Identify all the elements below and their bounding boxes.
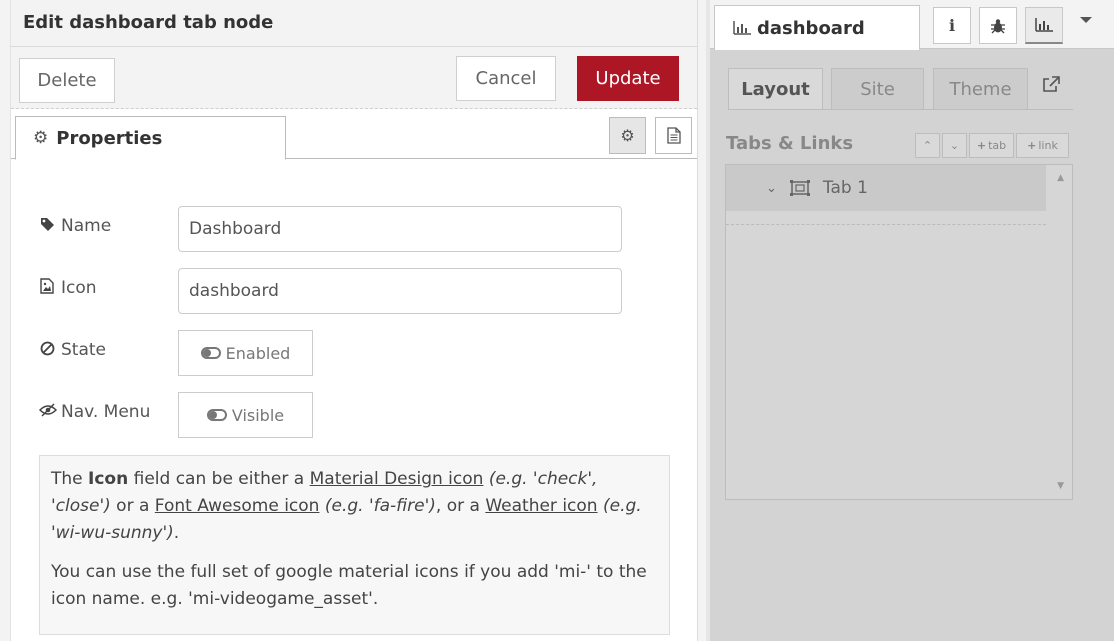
sidebar-tab-label: dashboard bbox=[757, 17, 865, 39]
bar-chart-icon bbox=[733, 21, 751, 35]
tag-icon bbox=[39, 217, 55, 236]
node-description-button[interactable] bbox=[655, 117, 692, 154]
toggle-icon bbox=[200, 347, 221, 359]
gear-icon: ⚙ bbox=[33, 128, 49, 148]
sidebar: dashboard i Layout Site Theme Tabs & Lin… bbox=[710, 0, 1114, 641]
help-paragraph-1: The Icon field can be either a Material … bbox=[51, 469, 642, 543]
font-awesome-link[interactable]: Font Awesome icon bbox=[155, 496, 320, 516]
add-link-button[interactable]: + link bbox=[1016, 133, 1069, 158]
chevrons-down-icon: ⌄ bbox=[949, 139, 960, 152]
nav-menu-toggle[interactable]: Visible bbox=[178, 392, 313, 438]
tabs-links-tree: ⌄ Tab 1 ▲ ▼ bbox=[725, 164, 1073, 500]
edit-tray: Edit dashboard tab node Delete Cancel Up… bbox=[0, 0, 706, 641]
tray-toolbar: Delete Cancel Update bbox=[11, 47, 697, 109]
chevron-down-icon[interactable] bbox=[1080, 17, 1092, 23]
name-field[interactable] bbox=[178, 206, 622, 252]
edit-tray-panel: Edit dashboard tab node Delete Cancel Up… bbox=[10, 0, 698, 641]
state-row: State Enabled bbox=[39, 330, 639, 376]
expand-all-button[interactable]: ⌃ bbox=[915, 133, 940, 158]
toggle-icon bbox=[206, 409, 227, 421]
name-row: Name bbox=[39, 206, 639, 252]
chevron-down-icon[interactable]: ⌄ bbox=[766, 181, 777, 196]
plus-icon: + bbox=[1027, 139, 1037, 152]
icon-row: Icon bbox=[39, 268, 639, 314]
icon-label: Icon bbox=[39, 278, 97, 298]
ban-icon bbox=[39, 341, 55, 360]
tab-theme[interactable]: Theme bbox=[933, 68, 1028, 110]
info-button[interactable]: i bbox=[933, 7, 971, 44]
state-toggle[interactable]: Enabled bbox=[178, 330, 313, 376]
sidebar-tab-dashboard[interactable]: dashboard bbox=[714, 5, 920, 50]
tab-properties[interactable]: ⚙ Properties bbox=[15, 116, 286, 160]
tabs-divider bbox=[728, 109, 1073, 110]
tree-item-tab[interactable]: ⌄ Tab 1 bbox=[726, 165, 1046, 211]
icon-field[interactable] bbox=[178, 268, 622, 314]
tray-title: Edit dashboard tab node bbox=[11, 0, 697, 47]
nav-menu-label: Nav. Menu bbox=[38, 402, 150, 422]
debug-button[interactable] bbox=[979, 7, 1017, 44]
nav-menu-row: Nav. Menu Visible bbox=[38, 392, 639, 438]
material-design-link[interactable]: Material Design icon bbox=[310, 469, 484, 489]
tree-separator bbox=[726, 224, 1046, 225]
eye-slash-icon bbox=[38, 403, 58, 421]
cancel-button[interactable]: Cancel bbox=[456, 56, 556, 101]
tree-item-label: Tab 1 bbox=[822, 178, 868, 198]
plus-icon: + bbox=[976, 139, 987, 152]
delete-button[interactable]: Delete bbox=[19, 58, 115, 103]
weather-icon-link[interactable]: Weather icon bbox=[485, 496, 597, 516]
tabs-links-title: Tabs & Links bbox=[726, 133, 854, 154]
help-paragraph-2: You can use the full set of google mater… bbox=[51, 562, 647, 609]
collapse-all-button[interactable]: ⌄ bbox=[942, 133, 967, 158]
info-icon: i bbox=[948, 16, 956, 35]
scroll-down-icon[interactable]: ▼ bbox=[1057, 481, 1064, 491]
sidebar-header: dashboard i bbox=[710, 0, 1114, 50]
image-file-icon bbox=[39, 278, 55, 298]
add-tab-button[interactable]: + tab bbox=[969, 133, 1014, 158]
tab-site[interactable]: Site bbox=[831, 68, 924, 110]
gear-icon: ⚙ bbox=[620, 126, 635, 145]
tab-frame-icon bbox=[789, 180, 810, 196]
tab-layout[interactable]: Layout bbox=[728, 68, 823, 110]
update-button[interactable]: Update bbox=[577, 56, 679, 101]
name-label: Name bbox=[39, 216, 111, 236]
dashboard-button[interactable] bbox=[1025, 7, 1063, 44]
state-label: State bbox=[39, 340, 106, 360]
scroll-up-icon[interactable]: ▲ bbox=[1057, 173, 1064, 183]
node-settings-button[interactable]: ⚙ bbox=[609, 117, 646, 154]
tab-properties-label: Properties bbox=[56, 127, 163, 149]
icon-help-box: The Icon field can be either a Material … bbox=[39, 455, 670, 635]
bug-icon bbox=[991, 18, 1005, 33]
chevrons-up-icon: ⌃ bbox=[922, 139, 933, 152]
bar-chart-icon bbox=[1035, 18, 1053, 32]
external-link-icon[interactable] bbox=[1042, 76, 1060, 98]
tray-tabs: ⚙ Properties ⚙ bbox=[11, 110, 697, 160]
document-icon bbox=[666, 127, 681, 144]
